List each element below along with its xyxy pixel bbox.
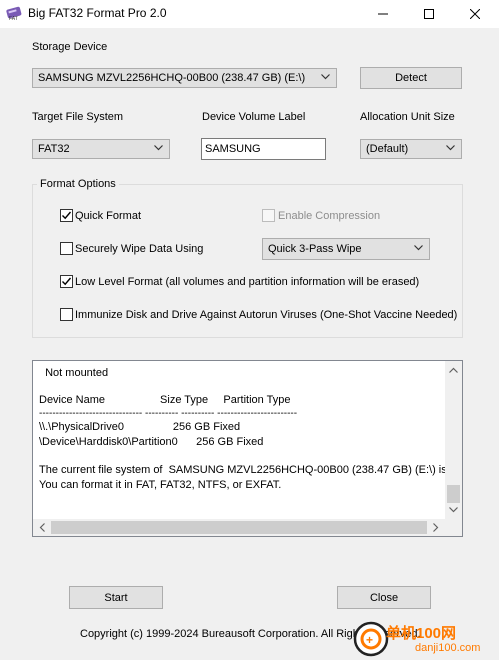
wipe-method-select[interactable]: Quick 3-Pass Wipe (262, 238, 430, 260)
log-line: \\.\PhysicalDrive0 256 GB Fixed (39, 421, 241, 433)
volume-label-label: Device Volume Label (202, 111, 306, 123)
log-line: The current file system of SAMSUNG MZVL2… (39, 464, 463, 476)
scroll-up-icon[interactable] (449, 367, 458, 373)
horizontal-scroll-thumb[interactable] (51, 521, 427, 534)
chevron-down-icon (414, 245, 423, 251)
immunize-label[interactable]: Immunize Disk and Drive Against Autorun … (75, 309, 457, 321)
log-line: ------------------------------- --------… (39, 408, 298, 419)
chevron-down-icon (446, 145, 455, 151)
maximize-icon (424, 9, 434, 19)
vertical-scroll-thumb[interactable] (447, 485, 460, 503)
target-fs-value: FAT32 (38, 143, 70, 155)
format-options-title: Format Options (37, 178, 119, 190)
allocation-select[interactable]: (Default) (360, 139, 462, 159)
checkmark-icon (62, 211, 72, 220)
log-horizontal-scrollbar[interactable] (33, 519, 445, 536)
enable-compression-label: Enable Compression (278, 210, 381, 222)
minimize-icon (378, 13, 388, 15)
low-level-format-checkbox[interactable] (60, 275, 73, 288)
allocation-label: Allocation Unit Size (360, 111, 455, 123)
title-bar[interactable]: FAT Big FAT32 Format Pro 2.0 (0, 0, 499, 28)
scroll-right-icon[interactable] (433, 523, 439, 532)
log-line: You can format it in FAT, FAT32, NTFS, o… (39, 479, 282, 491)
storage-device-select[interactable]: SAMSUNG MZVL2256HCHQ-00B00 (238.47 GB) (… (32, 68, 337, 88)
enable-compression-checkbox (262, 209, 275, 222)
maximize-button[interactable] (406, 0, 452, 28)
close-window-button[interactable] (452, 0, 498, 28)
log-vertical-scrollbar[interactable] (445, 361, 462, 519)
watermark-logo-icon: + (351, 621, 391, 657)
storage-device-value: SAMSUNG MZVL2256HCHQ-00B00 (238.47 GB) (… (38, 72, 306, 84)
svg-text:+: + (366, 633, 373, 647)
detect-button[interactable]: Detect (360, 67, 462, 89)
wipe-method-value: Quick 3-Pass Wipe (268, 243, 362, 255)
secure-wipe-label[interactable]: Securely Wipe Data Using (75, 243, 203, 255)
log-textbox[interactable]: Not mounted Device Name Size Type Partit… (32, 360, 463, 537)
start-button[interactable]: Start (69, 586, 163, 609)
scroll-left-icon[interactable] (39, 523, 45, 532)
close-button[interactable]: Close (337, 586, 431, 609)
chevron-down-icon (154, 145, 163, 151)
quick-format-label[interactable]: Quick Format (75, 210, 141, 222)
watermark-url: danji100.com (415, 642, 481, 654)
minimize-button[interactable] (360, 0, 406, 28)
chevron-down-icon (321, 74, 330, 80)
quick-format-checkbox[interactable] (60, 209, 73, 222)
log-line: Device Name Size Type Partition Type (39, 394, 291, 406)
close-icon (470, 9, 480, 19)
volume-label-input[interactable]: SAMSUNG (201, 138, 326, 160)
svg-text:FAT: FAT (9, 16, 18, 21)
log-line: Not mounted (39, 367, 109, 379)
low-level-format-label[interactable]: Low Level Format (all volumes and partit… (75, 276, 419, 288)
allocation-value: (Default) (366, 143, 409, 155)
target-fs-label: Target File System (32, 111, 124, 123)
window-title: Big FAT32 Format Pro 2.0 (28, 6, 167, 20)
immunize-checkbox[interactable] (60, 308, 73, 321)
scroll-corner (445, 519, 462, 536)
log-line: \Device\Harddisk0\Partition0 256 GB Fixe… (39, 436, 264, 448)
target-fs-select[interactable]: FAT32 (32, 139, 170, 159)
watermark-text: 单机100网 (386, 625, 457, 642)
app-icon: FAT (6, 5, 22, 22)
secure-wipe-checkbox[interactable] (60, 242, 73, 255)
checkmark-icon (62, 277, 72, 286)
storage-device-label: Storage Device (32, 41, 108, 53)
scroll-down-icon[interactable] (449, 507, 458, 513)
